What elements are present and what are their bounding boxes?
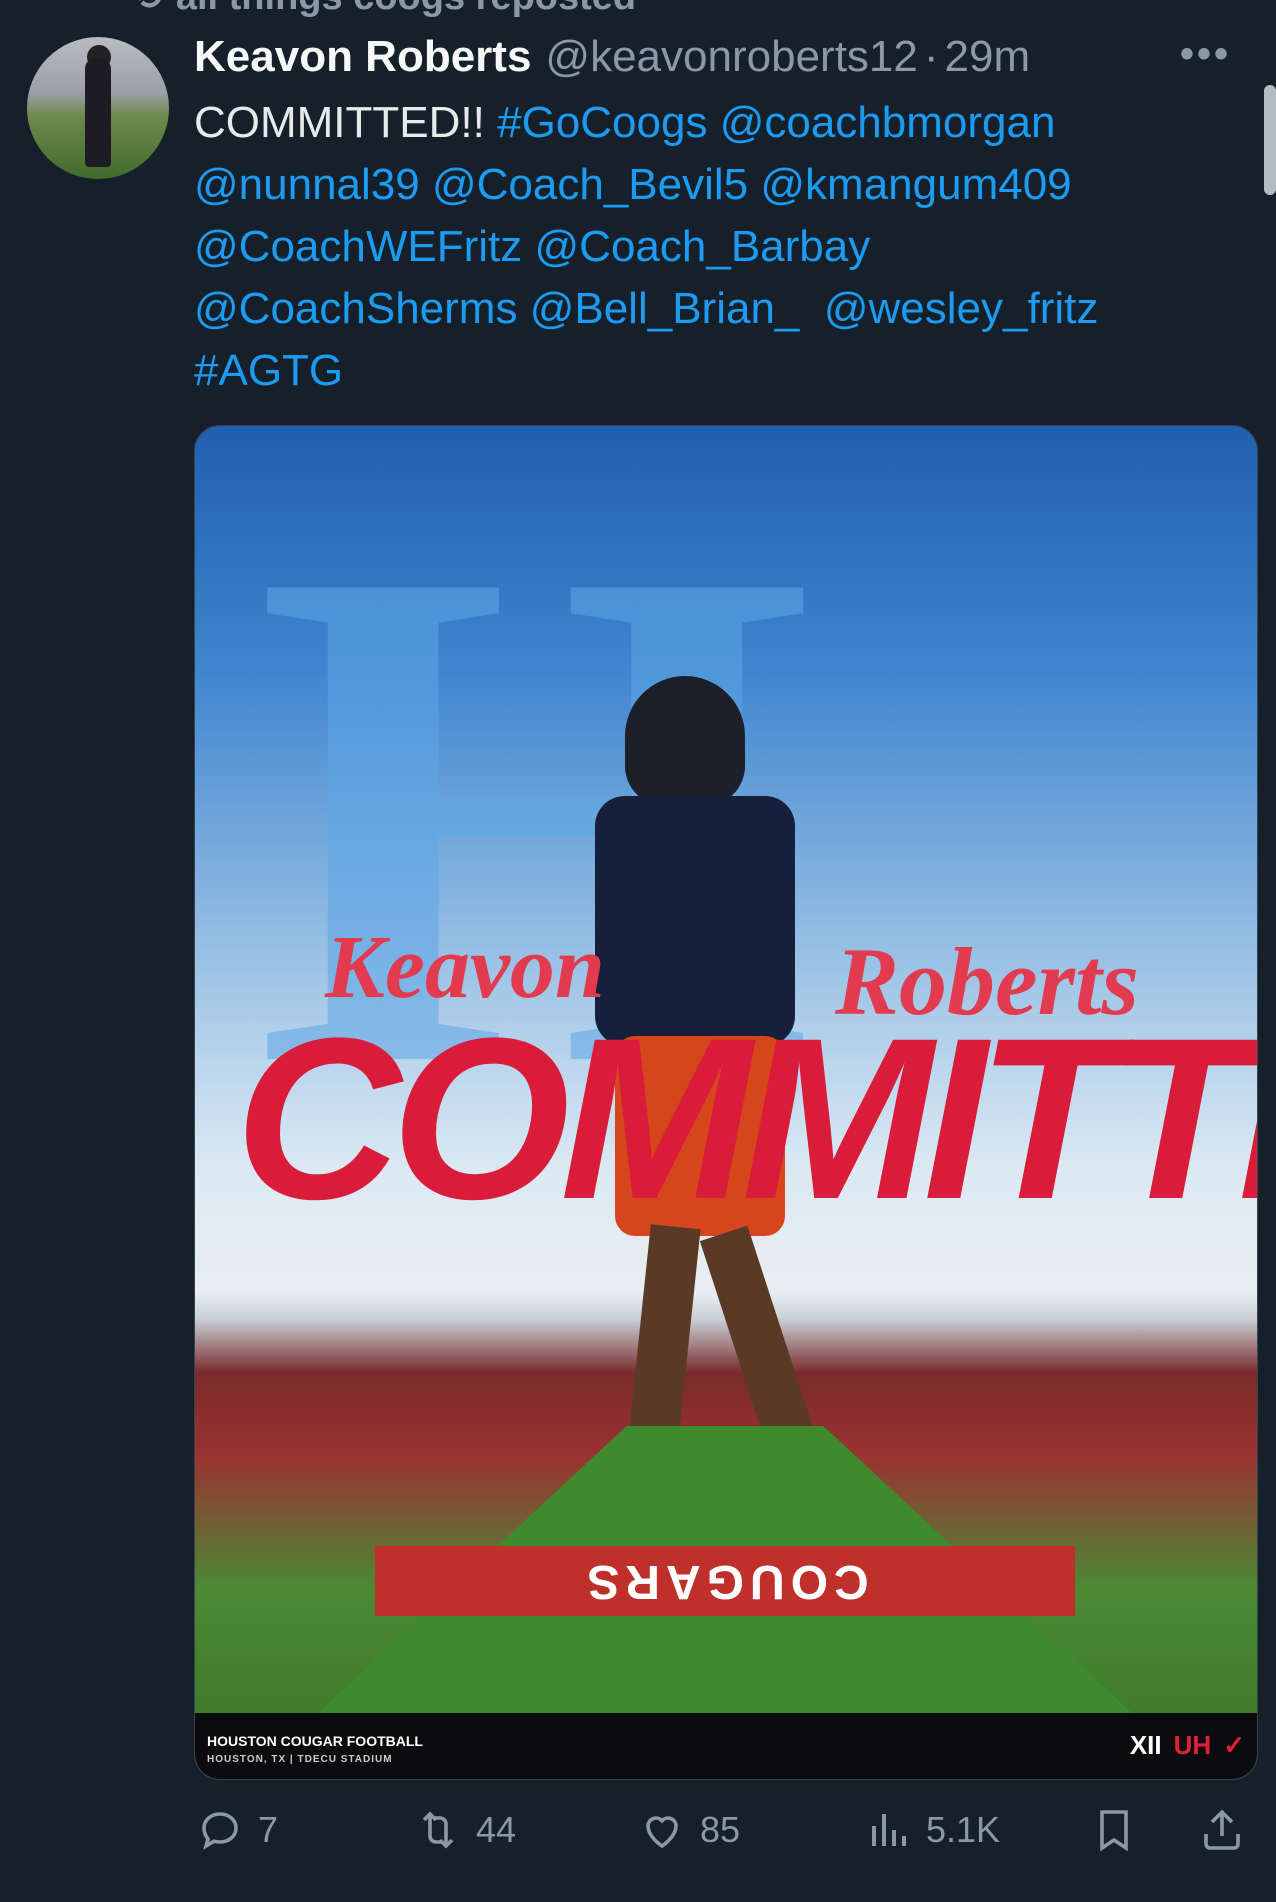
repost-icon	[422, 1811, 454, 1849]
mention-link[interactable]: @coachbmorgan	[720, 98, 1056, 147]
mention-link[interactable]: @nunnal39	[194, 160, 420, 209]
author-handle[interactable]: @keavonroberts12	[545, 32, 917, 81]
big12-logo: XII	[1129, 1730, 1162, 1760]
repost-count: 44	[476, 1809, 517, 1850]
heart-icon	[646, 1816, 678, 1849]
share-icon	[1204, 1809, 1240, 1850]
reply-button[interactable]: 7	[196, 1800, 278, 1860]
media-footer-title: HOUSTON COUGAR FOOTBALL	[207, 1733, 423, 1749]
repost-banner[interactable]: ⟲ all things coogs reposted	[130, 0, 636, 19]
mention-link[interactable]: @Coach_Bevil5	[432, 160, 748, 209]
mention-link[interactable]: @CoachWEFritz	[194, 222, 522, 271]
views-icon	[872, 1814, 906, 1846]
tweet-time[interactable]: 29m	[945, 32, 1031, 81]
tweet-header: Keavon Roberts @keavonroberts12 · 29m	[194, 24, 1234, 90]
mention-link[interactable]: @wesley_fritz	[824, 284, 1099, 333]
like-button[interactable]: 85	[638, 1800, 740, 1860]
media-logos: XII UH ✓	[1130, 1730, 1245, 1761]
mention-link[interactable]: @kmangum409	[760, 160, 1071, 209]
reply-count: 7	[258, 1809, 279, 1850]
media-endzone: COUGARS	[375, 1546, 1075, 1616]
bookmark-icon	[1100, 1810, 1128, 1852]
nike-logo: ✓	[1223, 1730, 1245, 1760]
mention-link[interactable]: @Coach_Barbay	[535, 222, 871, 271]
author-name[interactable]: Keavon Roberts	[194, 32, 531, 81]
tweet-text: COMMITTED!! #GoCoogs @coachbmorgan @nunn…	[194, 92, 1234, 402]
more-options-icon[interactable]: •••	[1180, 32, 1231, 77]
hashtag-link[interactable]: #GoCoogs	[497, 98, 707, 147]
views-button[interactable]: 5.1K	[864, 1800, 1000, 1860]
avatar[interactable]	[27, 37, 169, 179]
media-headline: COMMITTED	[235, 990, 1257, 1247]
hashtag-link[interactable]: #AGTG	[194, 346, 343, 395]
scrollbar[interactable]	[1264, 85, 1276, 195]
tweet-text-body: COMMITTED!!	[194, 98, 498, 147]
share-button[interactable]	[1198, 1800, 1246, 1860]
repost-icon: ⟲	[130, 0, 162, 18]
uh-logo: UH	[1173, 1730, 1212, 1760]
mention-link[interactable]: @CoachSherms	[194, 284, 517, 333]
repost-banner-label: all things coogs reposted	[176, 0, 636, 18]
views-count: 5.1K	[926, 1809, 1001, 1850]
header-separator: ·	[923, 32, 939, 81]
tweet-actions: 7 44 85 5.1K	[194, 1800, 1256, 1860]
bookmark-button[interactable]	[1090, 1800, 1138, 1860]
media-footer-subtitle: HOUSTON, TX | TDECU STADIUM	[207, 1754, 393, 1765]
like-count: 85	[700, 1809, 741, 1850]
repost-button[interactable]: 44	[414, 1800, 516, 1860]
mention-link[interactable]: @Bell_Brian_	[530, 284, 800, 333]
reply-icon	[202, 1812, 238, 1850]
avatar-figure-body	[85, 57, 111, 167]
tweet-media-image[interactable]: H Keavon Roberts COMMITTED COUGARS HOUST…	[194, 425, 1258, 1780]
media-player-helmet	[625, 676, 745, 806]
